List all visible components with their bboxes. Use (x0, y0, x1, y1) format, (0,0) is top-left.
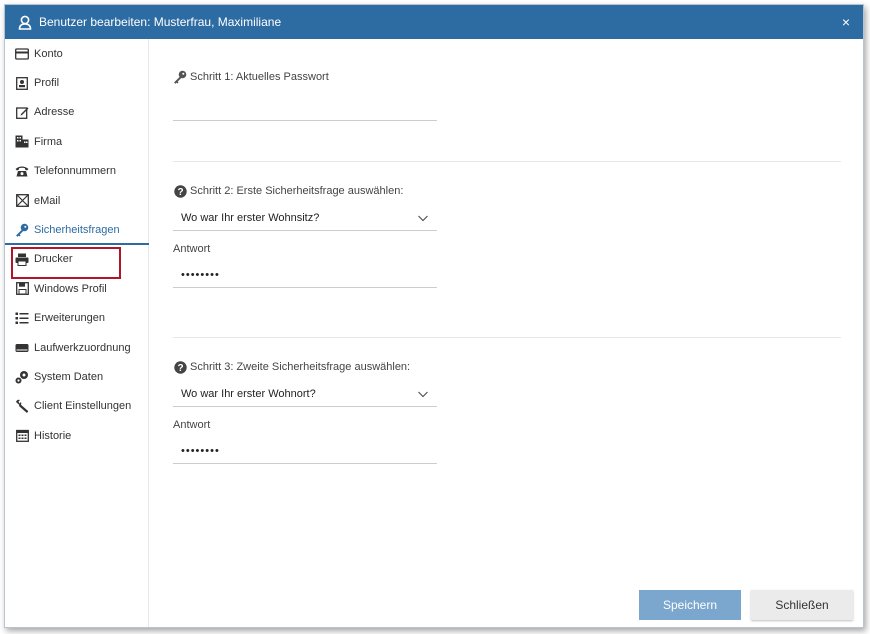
sidebar-item-label: System Daten (34, 370, 104, 383)
sidebar-item-windows-profil[interactable]: Windows Profil (5, 274, 148, 303)
sidebar-item-telefonnummern[interactable]: Telefonnummern (5, 157, 148, 186)
svg-text:?: ? (177, 187, 183, 198)
step2-section: ? Schritt 2: Erste Sicherheitsfrage ausw… (173, 184, 841, 288)
sidebar-item-system-daten[interactable]: System Daten (5, 362, 148, 391)
sidebar-item-label: Client Einstellungen (34, 400, 132, 413)
security-question-2-select[interactable]: Wo war Ihr erster Wohnort? (173, 381, 437, 407)
drive-icon (15, 341, 29, 355)
security-question-1-select[interactable]: Wo war Ihr erster Wohnsitz? (173, 205, 437, 231)
card-icon (15, 47, 29, 61)
step3-label: ? Schritt 3: Zweite Sicherheitsfrage aus… (173, 360, 841, 374)
title-bar: Benutzer bearbeiten: Musterfrau, Maximil… (5, 5, 863, 39)
sidebar-item-historie[interactable]: Historie (5, 421, 148, 450)
sidebar-item-label: eMail (34, 194, 61, 207)
step1-label: Schritt 1: Aktuelles Passwort (173, 70, 841, 84)
step3-section: ? Schritt 3: Zweite Sicherheitsfrage aus… (173, 360, 841, 464)
divider (173, 161, 841, 162)
security-question-2-value: Wo war Ihr erster Wohnort? (181, 387, 316, 400)
profile-icon (15, 76, 29, 90)
sidebar-item-email[interactable]: eMail (5, 186, 148, 215)
step1-section: Schritt 1: Aktuelles Passwort (173, 70, 841, 121)
sidebar-item-client-einstellungen[interactable]: Client Einstellungen (5, 392, 148, 421)
sidebar-item-sicherheitsfragen[interactable]: Sicherheitsfragen (5, 215, 149, 246)
wrench-icon (15, 399, 29, 414)
divider (173, 337, 841, 338)
sidebar-item-konto[interactable]: Konto (5, 39, 148, 68)
answer-1-input[interactable]: •••••••• (173, 262, 437, 288)
close-icon[interactable]: × (837, 13, 855, 31)
sidebar-item-label: Adresse (34, 106, 75, 119)
step2-label: ? Schritt 2: Erste Sicherheitsfrage ausw… (173, 184, 841, 198)
close-button[interactable]: Schließen (751, 590, 853, 620)
sidebar-item-label: Historie (34, 429, 72, 442)
sidebar-item-label: Konto (34, 47, 63, 60)
window-title: Benutzer bearbeiten: Musterfrau, Maximil… (39, 15, 282, 29)
sidebar-item-label: Windows Profil (34, 282, 107, 295)
sidebar-item-drucker[interactable]: Drucker (5, 245, 148, 274)
sidebar-item-label: Telefonnummern (34, 165, 116, 178)
step1-label-text: Schritt 1: Aktuelles Passwort (190, 71, 329, 83)
sidebar-item-laufwerkzuordnung[interactable]: Laufwerkzuordnung (5, 333, 148, 362)
chevron-down-icon (417, 212, 429, 224)
current-password-input[interactable] (173, 95, 437, 121)
sidebar-item-erweiterungen[interactable]: Erweiterungen (5, 304, 148, 333)
calendar-icon (15, 429, 29, 443)
building-icon (15, 135, 29, 149)
chevron-down-icon (417, 388, 429, 400)
sidebar-item-firma[interactable]: Firma (5, 127, 148, 156)
svg-text:?: ? (177, 363, 183, 374)
sidebar-item-label: Erweiterungen (34, 312, 105, 325)
help-icon: ? (173, 184, 187, 198)
sidebar-item-label: Profil (34, 77, 60, 90)
phone-icon (15, 164, 29, 178)
user-icon (15, 12, 35, 32)
floppy-icon (15, 282, 29, 296)
mail-icon (15, 194, 29, 208)
edit-icon (15, 105, 29, 119)
answer-2-label: Antwort (173, 419, 211, 431)
key-icon (15, 223, 29, 237)
list-icon (15, 311, 29, 325)
key-icon (173, 70, 187, 84)
help-icon: ? (173, 360, 187, 374)
sidebar-item-label: Laufwerkzuordnung (34, 341, 131, 354)
sidebar-item-profil[interactable]: Profil (5, 68, 148, 97)
step3-label-text: Schritt 3: Zweite Sicherheitsfrage auswä… (190, 361, 411, 373)
main-content: Schritt 1: Aktuelles Passwort ? Schritt … (149, 39, 863, 627)
gears-icon (15, 370, 29, 384)
sidebar-item-label: Sicherheitsfragen (34, 224, 120, 237)
sidebar: Konto Profil Adresse Firma Telefonnummer… (5, 39, 149, 627)
save-button[interactable]: Speichern (639, 590, 741, 620)
sidebar-item-label: Drucker (34, 253, 73, 266)
printer-icon (15, 252, 29, 266)
sidebar-item-label: Firma (34, 135, 63, 148)
answer-2-input[interactable]: •••••••• (173, 438, 437, 464)
step2-label-text: Schritt 2: Erste Sicherheitsfrage auswäh… (190, 185, 404, 197)
answer-1-label: Antwort (173, 243, 211, 255)
security-question-1-value: Wo war Ihr erster Wohnsitz? (181, 211, 320, 224)
sidebar-item-adresse[interactable]: Adresse (5, 98, 148, 127)
edit-user-dialog: Benutzer bearbeiten: Musterfrau, Maximil… (4, 4, 864, 628)
